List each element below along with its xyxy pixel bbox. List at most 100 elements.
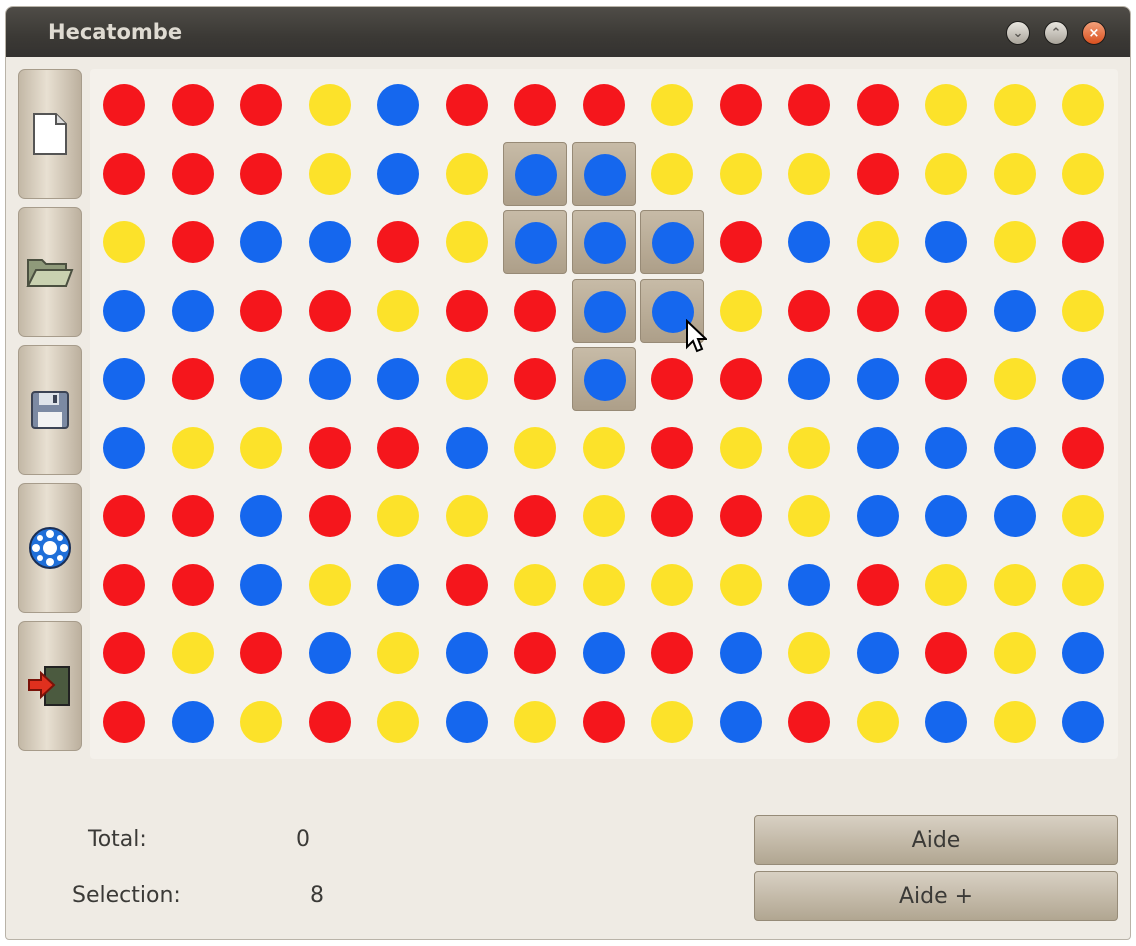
board-cell[interactable]: [777, 142, 841, 206]
board-cell[interactable]: [366, 484, 430, 548]
board-cell[interactable]: [435, 416, 499, 480]
board-cell[interactable]: [161, 347, 225, 411]
board-cell[interactable]: [298, 142, 362, 206]
board-cell[interactable]: [298, 73, 362, 137]
board-cell[interactable]: [914, 73, 978, 137]
board-cell[interactable]: [914, 690, 978, 754]
board-cell[interactable]: [777, 279, 841, 343]
board-cell[interactable]: [777, 553, 841, 617]
open-button[interactable]: [18, 207, 82, 337]
board-cell[interactable]: [1051, 142, 1115, 206]
board-cell[interactable]: [92, 210, 156, 274]
board-cell[interactable]: [161, 210, 225, 274]
board-cell[interactable]: [983, 279, 1047, 343]
board-cell[interactable]: [983, 210, 1047, 274]
board-cell[interactable]: [435, 621, 499, 685]
board-cell[interactable]: [914, 416, 978, 480]
board-cell[interactable]: [914, 279, 978, 343]
board-cell[interactable]: [983, 484, 1047, 548]
board-cell-selected[interactable]: [571, 278, 636, 343]
new-game-button[interactable]: [18, 69, 82, 199]
board-cell[interactable]: [983, 142, 1047, 206]
board-cell[interactable]: [640, 621, 704, 685]
board-cell[interactable]: [366, 347, 430, 411]
board-cell[interactable]: [161, 73, 225, 137]
board-cell[interactable]: [572, 690, 636, 754]
board-cell[interactable]: [92, 416, 156, 480]
board-cell[interactable]: [1051, 210, 1115, 274]
board-cell[interactable]: [1051, 484, 1115, 548]
board-cell[interactable]: [640, 347, 704, 411]
board-cell[interactable]: [503, 690, 567, 754]
board-cell[interactable]: [709, 416, 773, 480]
board-cell[interactable]: [846, 142, 910, 206]
board-cell[interactable]: [366, 690, 430, 754]
board-cell[interactable]: [92, 484, 156, 548]
board-cell[interactable]: [846, 621, 910, 685]
board-cell[interactable]: [572, 73, 636, 137]
board-cell[interactable]: [298, 690, 362, 754]
board-cell[interactable]: [914, 484, 978, 548]
board-cell[interactable]: [161, 484, 225, 548]
board-cell[interactable]: [983, 621, 1047, 685]
board-cell[interactable]: [983, 347, 1047, 411]
board-cell[interactable]: [777, 210, 841, 274]
board-cell[interactable]: [1051, 347, 1115, 411]
board-cell[interactable]: [298, 347, 362, 411]
board-cell[interactable]: [298, 621, 362, 685]
close-button[interactable]: ×: [1082, 21, 1106, 45]
board-cell[interactable]: [161, 690, 225, 754]
board-cell[interactable]: [709, 621, 773, 685]
maximize-button[interactable]: ⌃: [1044, 21, 1068, 45]
board-cell[interactable]: [709, 210, 773, 274]
board-cell[interactable]: [846, 416, 910, 480]
board-cell[interactable]: [298, 416, 362, 480]
board-cell[interactable]: [366, 279, 430, 343]
board-cell[interactable]: [229, 142, 293, 206]
board-cell[interactable]: [92, 690, 156, 754]
board-cell[interactable]: [1051, 279, 1115, 343]
board-cell[interactable]: [846, 690, 910, 754]
board-cell[interactable]: [435, 73, 499, 137]
board-cell[interactable]: [640, 73, 704, 137]
board-cell[interactable]: [161, 416, 225, 480]
board-cell[interactable]: [777, 73, 841, 137]
board-cell[interactable]: [983, 416, 1047, 480]
board-cell[interactable]: [435, 347, 499, 411]
board-cell[interactable]: [914, 553, 978, 617]
quit-button[interactable]: [18, 621, 82, 751]
board-cell[interactable]: [846, 279, 910, 343]
board-cell[interactable]: [503, 484, 567, 548]
board-cell-selected[interactable]: [571, 141, 636, 206]
board-cell[interactable]: [777, 484, 841, 548]
board-cell[interactable]: [846, 553, 910, 617]
board-cell[interactable]: [229, 553, 293, 617]
board-cell[interactable]: [777, 347, 841, 411]
board-cell[interactable]: [503, 279, 567, 343]
board-cell[interactable]: [366, 210, 430, 274]
save-button[interactable]: [18, 345, 82, 475]
board-cell[interactable]: [366, 416, 430, 480]
board-cell[interactable]: [435, 210, 499, 274]
board-cell[interactable]: [572, 484, 636, 548]
board-cell[interactable]: [777, 690, 841, 754]
board-cell[interactable]: [435, 553, 499, 617]
board-cell[interactable]: [366, 142, 430, 206]
board-cell-selected[interactable]: [571, 210, 636, 274]
board-cell[interactable]: [983, 690, 1047, 754]
board-cell[interactable]: [229, 690, 293, 754]
board-cell[interactable]: [640, 690, 704, 754]
board-cell[interactable]: [298, 279, 362, 343]
board-cell[interactable]: [161, 553, 225, 617]
board-cell[interactable]: [709, 279, 773, 343]
board-cell[interactable]: [161, 142, 225, 206]
help-plus-button[interactable]: Aide +: [754, 871, 1118, 921]
board-cell[interactable]: [846, 484, 910, 548]
board-cell[interactable]: [366, 553, 430, 617]
board-cell[interactable]: [1051, 621, 1115, 685]
board-cell[interactable]: [229, 621, 293, 685]
board-cell[interactable]: [846, 210, 910, 274]
board-cell[interactable]: [640, 553, 704, 617]
board-cell[interactable]: [572, 553, 636, 617]
board-cell[interactable]: [161, 279, 225, 343]
